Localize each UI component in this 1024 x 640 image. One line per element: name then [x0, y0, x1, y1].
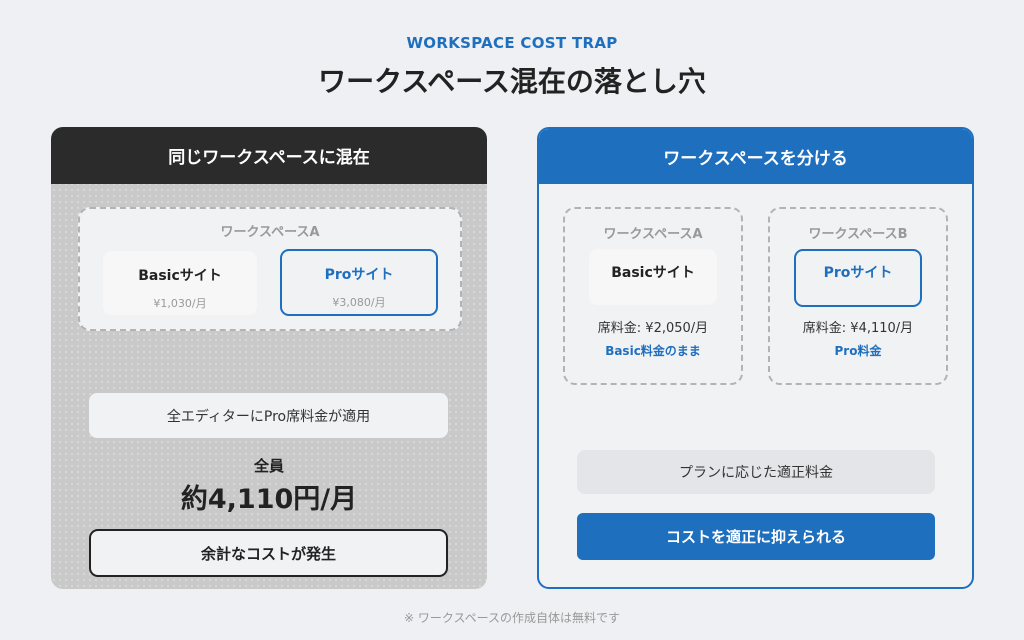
basic-site-card: Basicサイト [589, 249, 717, 305]
basic-site-name: Basicサイト [611, 265, 695, 281]
mixed-workspace-panel: 同じワークスペースに混在 ワークスペースA Basicサイト ¥1,030/月 … [51, 127, 487, 589]
workspace-a-box: ワークスペースA Basicサイト ¥1,030/月 Proサイト ¥3,080… [78, 207, 462, 331]
workspace-a-label: ワークスペースA [603, 227, 703, 242]
seat-fee-a: 席料金: ¥2,050/月 [597, 321, 709, 336]
pro-site-name: Proサイト [324, 267, 394, 283]
appropriate-fee-note: プランに応じた適正料金 [577, 450, 935, 494]
separate-workspace-panel: ワークスペースを分ける ワークスペースA Basicサイト 席料金: ¥2,05… [537, 127, 974, 589]
workspace-b-box: ワークスペースB Proサイト 席料金: ¥4,110/月 Pro料金 [768, 207, 948, 385]
pro-fee-note: 全エディターにPro席料金が適用 [89, 393, 448, 438]
all-members-label: 全員 [253, 457, 284, 475]
extra-cost-result: 余計なコストが発生 [89, 529, 448, 577]
basic-site-price: ¥1,030/月 [153, 297, 207, 310]
workspace-a-label: ワークスペースA [220, 225, 320, 240]
page-title: ワークスペース混在の落とし穴 [318, 65, 706, 98]
footnote: ※ ワークスペースの作成自体は無料です [403, 611, 621, 625]
pro-site-card: Proサイト [794, 249, 922, 307]
seat-fee-b: 席料金: ¥4,110/月 [802, 321, 914, 336]
total-price: 約4,110円/月 [180, 484, 358, 515]
cost-saving-result: コストを適正に抑えられる [577, 513, 935, 560]
eyebrow-label: WORKSPACE COST TRAP [406, 34, 618, 52]
mixed-panel-header: 同じワークスペースに混在 [51, 127, 487, 184]
basic-site-card: Basicサイト ¥1,030/月 [103, 251, 257, 315]
workspace-a-box: ワークスペースA Basicサイト 席料金: ¥2,050/月 Basic料金の… [563, 207, 743, 385]
separate-panel-header: ワークスペースを分ける [539, 129, 972, 184]
fee-note-b: Pro料金 [834, 344, 882, 358]
pro-site-name: Proサイト [823, 265, 893, 281]
workspace-b-label: ワークスペースB [808, 227, 908, 242]
pro-site-price: ¥3,080/月 [332, 296, 386, 309]
fee-note-a: Basic料金のまま [605, 344, 701, 358]
basic-site-name: Basicサイト [138, 268, 222, 284]
pro-site-card: Proサイト ¥3,080/月 [280, 249, 438, 316]
